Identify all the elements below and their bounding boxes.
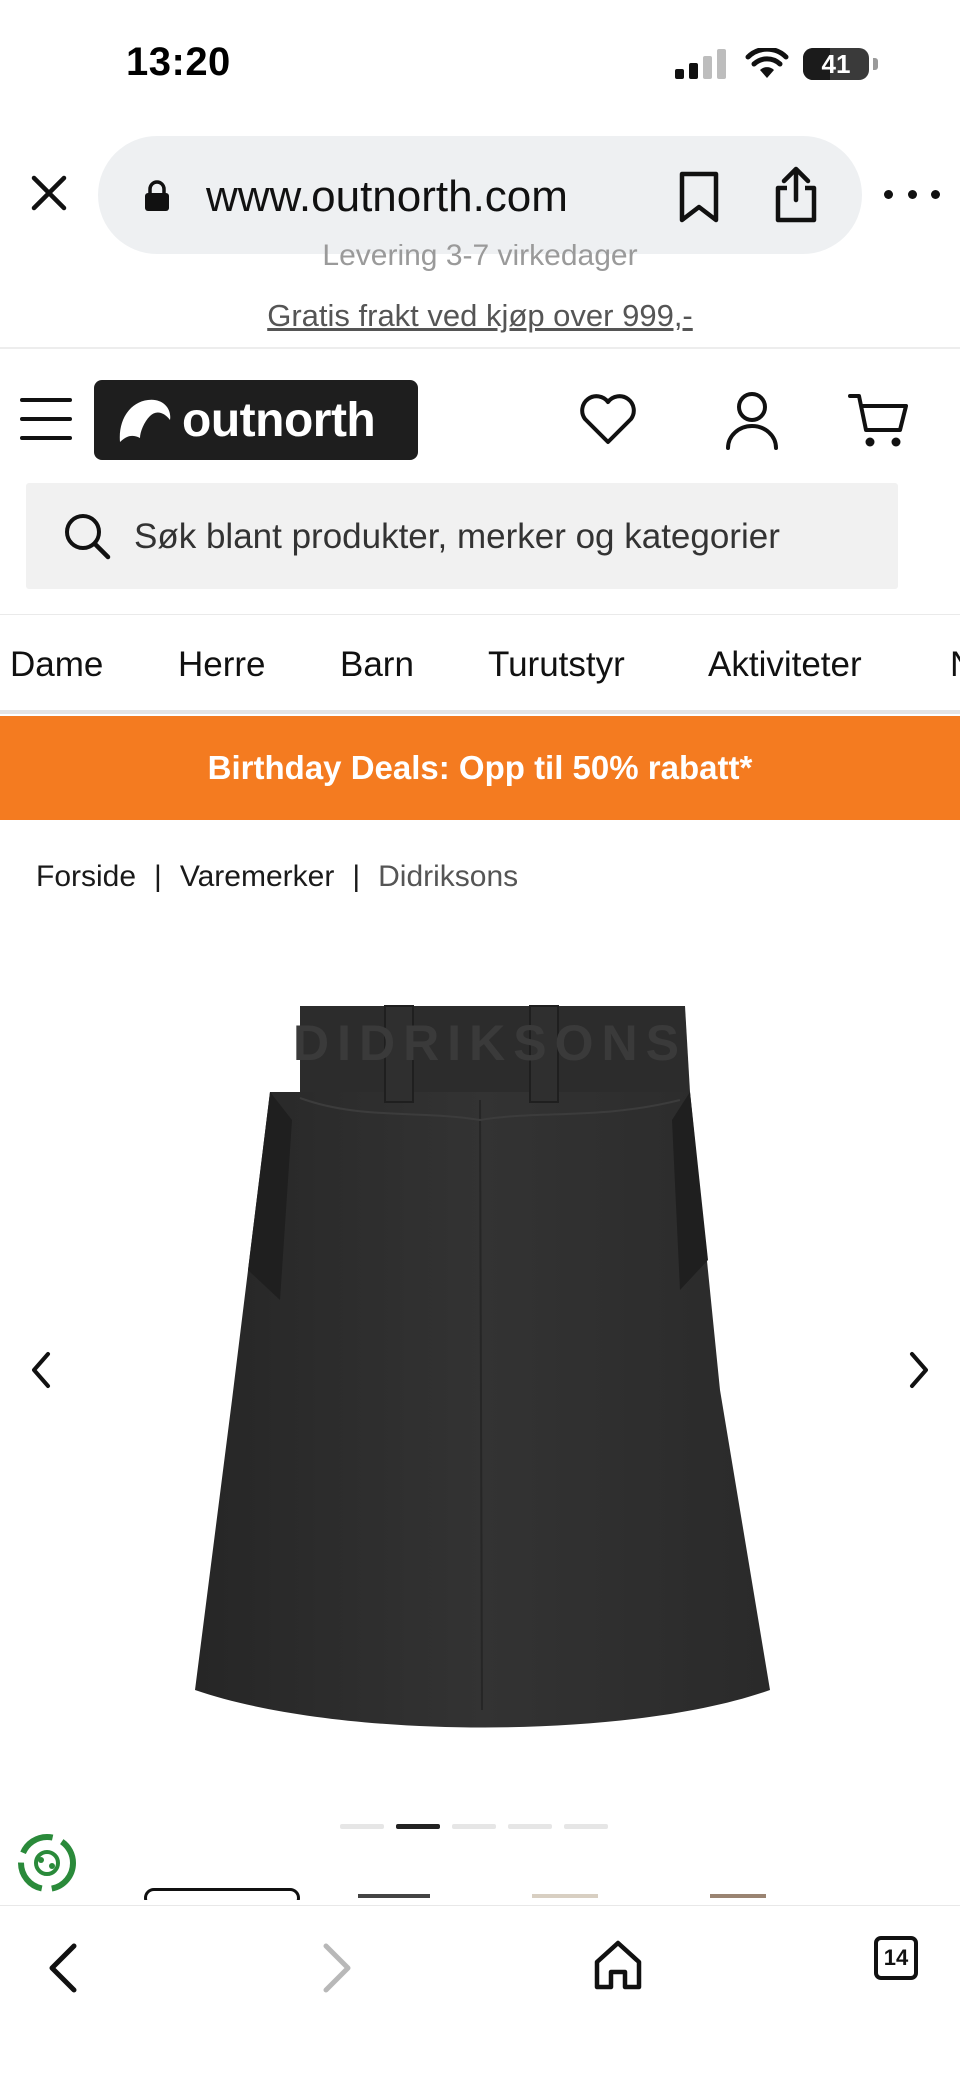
- gallery-dot-2[interactable]: [396, 1824, 440, 1829]
- search-icon: [65, 514, 111, 560]
- home-icon[interactable]: [592, 1938, 644, 1992]
- forward-icon[interactable]: [318, 1940, 358, 1996]
- breadcrumb: Forside | Varemerker | Didriksons: [36, 860, 518, 894]
- breadcrumb-brands[interactable]: Varemerker: [180, 860, 334, 894]
- thumbnail-1[interactable]: [144, 1888, 300, 1900]
- tab-count: 14: [883, 1945, 909, 1970]
- breadcrumb-separator: |: [154, 860, 162, 893]
- thumbnail-2[interactable]: [358, 1894, 430, 1898]
- wifi-icon: [745, 48, 789, 78]
- more-dot: [884, 189, 893, 199]
- delivery-note[interactable]: Levering 3-7 virkedager: [0, 244, 960, 274]
- logo-text: outnorth: [182, 393, 376, 447]
- breadcrumb-current: Didriksons: [378, 860, 519, 893]
- more-dot: [907, 189, 917, 199]
- category-more[interactable]: N: [950, 645, 960, 685]
- menu-line: [20, 398, 72, 402]
- close-tab-button[interactable]: [24, 168, 74, 218]
- chevron-right-icon[interactable]: [904, 1350, 934, 1390]
- gallery-dot-4[interactable]: [508, 1824, 552, 1829]
- back-icon[interactable]: [42, 1940, 82, 1996]
- tabs-button[interactable]: 14: [874, 1936, 918, 1980]
- logo-mark-icon: [119, 399, 171, 442]
- battery-cap: [873, 58, 878, 70]
- hamburger-icon[interactable]: [20, 398, 72, 440]
- divider: [0, 347, 960, 349]
- promo-banner[interactable]: Birthday Deals: Opp til 50% rabatt*: [0, 716, 960, 820]
- signal-icon: [675, 49, 726, 79]
- category-dame[interactable]: Dame: [10, 645, 103, 685]
- status-time: 13:20: [126, 40, 231, 84]
- url-text: www.outnorth.com: [206, 172, 568, 221]
- status-icons: 41: [675, 48, 878, 80]
- waistband-text: DIDRIKSONS: [293, 1015, 687, 1071]
- battery-level: 41: [821, 48, 851, 79]
- battery-indicator: 41: [803, 48, 869, 80]
- thumbnail-4[interactable]: [710, 1894, 766, 1898]
- browser-bottom-toolbar: 14: [0, 1905, 960, 2081]
- bookmark-icon[interactable]: [676, 170, 722, 224]
- category-nav: Dame Herre Barn Turutstyr Aktiviteter N: [0, 614, 960, 714]
- lock-icon: [145, 180, 169, 211]
- share-icon[interactable]: [772, 166, 820, 224]
- breadcrumb-separator: |: [352, 860, 361, 893]
- gallery-dot-3[interactable]: [452, 1824, 496, 1829]
- promo-text: Birthday Deals: Opp til 50% rabatt*: [207, 749, 753, 786]
- menu-line: [20, 436, 72, 440]
- more-dot: [931, 189, 940, 199]
- skirt-product-image[interactable]: DIDRIKSONS: [160, 970, 800, 1750]
- heart-icon[interactable]: [578, 392, 638, 446]
- menu-line: [20, 417, 72, 421]
- close-icon: [31, 175, 67, 211]
- gallery-dot-5[interactable]: [564, 1824, 608, 1829]
- site-logo[interactable]: outnorth: [94, 380, 418, 460]
- browser-url-row: www.outnorth.com: [0, 130, 960, 255]
- search-placeholder: Søk blant produkter, merker og kategorie…: [134, 517, 780, 556]
- cart-icon[interactable]: [848, 390, 910, 450]
- thumbnail-strip: [0, 1888, 960, 1900]
- more-icon[interactable]: [884, 182, 940, 206]
- category-aktiviteter[interactable]: Aktiviteter: [708, 645, 862, 685]
- shipping-note[interactable]: Gratis frakt ved kjøp over 999,-: [0, 298, 960, 334]
- user-icon[interactable]: [724, 390, 780, 450]
- eco-badge-icon[interactable]: [14, 1830, 80, 1896]
- category-herre[interactable]: Herre: [178, 645, 266, 685]
- thumbnail-3[interactable]: [532, 1894, 598, 1898]
- status-bar: 13:20 41: [0, 0, 960, 130]
- address-bar[interactable]: www.outnorth.com: [98, 136, 862, 254]
- gallery-pagination: [340, 1824, 608, 1829]
- search-input[interactable]: Søk blant produkter, merker og kategorie…: [26, 483, 898, 589]
- chevron-left-icon[interactable]: [26, 1350, 56, 1390]
- gallery-dot-1[interactable]: [340, 1824, 384, 1829]
- category-turutstyr[interactable]: Turutstyr: [488, 645, 625, 685]
- breadcrumb-home[interactable]: Forside: [36, 860, 136, 894]
- delivery-note-text: Levering 3-7 virkedager: [322, 244, 638, 272]
- category-barn[interactable]: Barn: [340, 645, 414, 685]
